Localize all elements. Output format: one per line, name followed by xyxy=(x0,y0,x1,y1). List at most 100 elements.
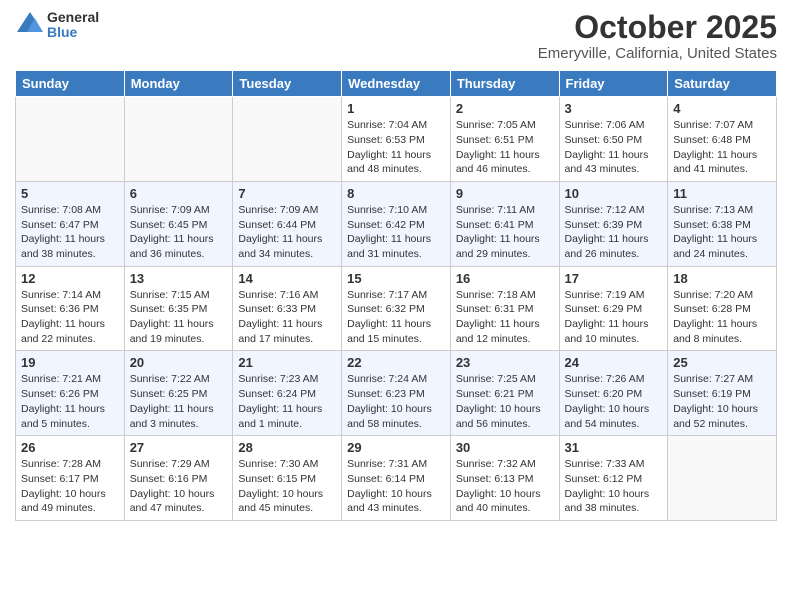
logo: General Blue xyxy=(15,10,99,41)
logo-general: General xyxy=(47,10,99,25)
col-saturday: Saturday xyxy=(668,71,777,97)
day-number: 15 xyxy=(347,271,445,286)
day-number: 19 xyxy=(21,355,119,370)
col-monday: Monday xyxy=(124,71,233,97)
day-info: Sunrise: 7:24 AM Sunset: 6:23 PM Dayligh… xyxy=(347,372,445,431)
day-number: 1 xyxy=(347,101,445,116)
day-number: 14 xyxy=(238,271,336,286)
day-number: 22 xyxy=(347,355,445,370)
day-number: 2 xyxy=(456,101,554,116)
day-info: Sunrise: 7:33 AM Sunset: 6:12 PM Dayligh… xyxy=(565,457,663,516)
calendar-cell: 9 Sunrise: 7:11 AM Sunset: 6:41 PM Daylig… xyxy=(450,181,559,266)
col-friday: Friday xyxy=(559,71,668,97)
calendar-cell: 5 Sunrise: 7:08 AM Sunset: 6:47 PM Daylig… xyxy=(16,181,125,266)
day-info: Sunrise: 7:04 AM Sunset: 6:53 PM Dayligh… xyxy=(347,118,445,177)
day-info: Sunrise: 7:25 AM Sunset: 6:21 PM Dayligh… xyxy=(456,372,554,431)
calendar-cell: 28 Sunrise: 7:30 AM Sunset: 6:15 PM Dayli… xyxy=(233,436,342,521)
day-number: 11 xyxy=(673,186,771,201)
day-number: 5 xyxy=(21,186,119,201)
day-number: 28 xyxy=(238,440,336,455)
calendar-cell xyxy=(16,97,125,182)
calendar-cell: 3Sunrise: 7:06 AM Sunset: 6:50 PM Daylig… xyxy=(559,97,668,182)
calendar-week-3: 12 Sunrise: 7:14 AM Sunset: 6:36 PM Dayli… xyxy=(16,266,777,351)
day-info: Sunrise: 7:08 AM Sunset: 6:47 PM Dayligh… xyxy=(21,203,119,262)
day-number: 25 xyxy=(673,355,771,370)
calendar-cell: 15 Sunrise: 7:17 AM Sunset: 6:32 PM Dayli… xyxy=(342,266,451,351)
day-number: 6 xyxy=(130,186,228,201)
logo-blue: Blue xyxy=(47,25,99,40)
calendar-cell xyxy=(233,97,342,182)
calendar-cell xyxy=(124,97,233,182)
day-info: Sunrise: 7:31 AM Sunset: 6:14 PM Dayligh… xyxy=(347,457,445,516)
day-number: 16 xyxy=(456,271,554,286)
day-number: 9 xyxy=(456,186,554,201)
day-number: 23 xyxy=(456,355,554,370)
page: General Blue October 2025 Emeryville, Ca… xyxy=(0,0,792,612)
day-number: 29 xyxy=(347,440,445,455)
calendar-cell: 23 Sunrise: 7:25 AM Sunset: 6:21 PM Dayli… xyxy=(450,351,559,436)
calendar-cell: 1 Sunrise: 7:04 AM Sunset: 6:53 PM Daylig… xyxy=(342,97,451,182)
day-info: Sunrise: 7:14 AM Sunset: 6:36 PM Dayligh… xyxy=(21,288,119,347)
calendar-cell: 10 Sunrise: 7:12 AM Sunset: 6:39 PM Dayli… xyxy=(559,181,668,266)
day-info: Sunrise: 7:20 AM Sunset: 6:28 PM Dayligh… xyxy=(673,288,771,347)
day-info: Sunrise: 7:06 AM Sunset: 6:50 PM Dayligh… xyxy=(565,118,663,177)
calendar-cell: 29 Sunrise: 7:31 AM Sunset: 6:14 PM Dayli… xyxy=(342,436,451,521)
logo-icon xyxy=(15,10,45,40)
day-number: 30 xyxy=(456,440,554,455)
calendar-week-5: 26Sunrise: 7:28 AM Sunset: 6:17 PM Dayli… xyxy=(16,436,777,521)
col-wednesday: Wednesday xyxy=(342,71,451,97)
calendar-cell: 30Sunrise: 7:32 AM Sunset: 6:13 PM Dayli… xyxy=(450,436,559,521)
calendar-table: Sunday Monday Tuesday Wednesday Thursday… xyxy=(15,70,777,521)
calendar-week-1: 1 Sunrise: 7:04 AM Sunset: 6:53 PM Daylig… xyxy=(16,97,777,182)
day-info: Sunrise: 7:10 AM Sunset: 6:42 PM Dayligh… xyxy=(347,203,445,262)
day-info: Sunrise: 7:26 AM Sunset: 6:20 PM Dayligh… xyxy=(565,372,663,431)
day-number: 12 xyxy=(21,271,119,286)
day-info: Sunrise: 7:13 AM Sunset: 6:38 PM Dayligh… xyxy=(673,203,771,262)
calendar-cell: 7Sunrise: 7:09 AM Sunset: 6:44 PM Daylig… xyxy=(233,181,342,266)
day-number: 8 xyxy=(347,186,445,201)
logo-text: General Blue xyxy=(47,10,99,41)
day-number: 7 xyxy=(238,186,336,201)
day-info: Sunrise: 7:11 AM Sunset: 6:41 PM Dayligh… xyxy=(456,203,554,262)
calendar-subtitle: Emeryville, California, United States xyxy=(538,45,777,62)
calendar-cell: 17Sunrise: 7:19 AM Sunset: 6:29 PM Dayli… xyxy=(559,266,668,351)
calendar-cell: 4Sunrise: 7:07 AM Sunset: 6:48 PM Daylig… xyxy=(668,97,777,182)
day-number: 4 xyxy=(673,101,771,116)
calendar-cell: 16 Sunrise: 7:18 AM Sunset: 6:31 PM Dayli… xyxy=(450,266,559,351)
day-info: Sunrise: 7:23 AM Sunset: 6:24 PM Dayligh… xyxy=(238,372,336,431)
calendar-cell: 19Sunrise: 7:21 AM Sunset: 6:26 PM Dayli… xyxy=(16,351,125,436)
day-info: Sunrise: 7:30 AM Sunset: 6:15 PM Dayligh… xyxy=(238,457,336,516)
calendar-cell: 12 Sunrise: 7:14 AM Sunset: 6:36 PM Dayli… xyxy=(16,266,125,351)
day-number: 27 xyxy=(130,440,228,455)
day-number: 24 xyxy=(565,355,663,370)
day-info: Sunrise: 7:22 AM Sunset: 6:25 PM Dayligh… xyxy=(130,372,228,431)
calendar-cell: 31 Sunrise: 7:33 AM Sunset: 6:12 PM Dayli… xyxy=(559,436,668,521)
header-row: Sunday Monday Tuesday Wednesday Thursday… xyxy=(16,71,777,97)
calendar-cell: 2Sunrise: 7:05 AM Sunset: 6:51 PM Daylig… xyxy=(450,97,559,182)
day-number: 31 xyxy=(565,440,663,455)
day-number: 13 xyxy=(130,271,228,286)
calendar-cell: 21Sunrise: 7:23 AM Sunset: 6:24 PM Dayli… xyxy=(233,351,342,436)
calendar-cell xyxy=(668,436,777,521)
calendar-cell: 25Sunrise: 7:27 AM Sunset: 6:19 PM Dayli… xyxy=(668,351,777,436)
day-info: Sunrise: 7:12 AM Sunset: 6:39 PM Dayligh… xyxy=(565,203,663,262)
calendar-title: October 2025 xyxy=(538,10,777,45)
day-info: Sunrise: 7:09 AM Sunset: 6:45 PM Dayligh… xyxy=(130,203,228,262)
calendar-cell: 27Sunrise: 7:29 AM Sunset: 6:16 PM Dayli… xyxy=(124,436,233,521)
title-area: October 2025 Emeryville, California, Uni… xyxy=(538,10,777,62)
day-info: Sunrise: 7:16 AM Sunset: 6:33 PM Dayligh… xyxy=(238,288,336,347)
calendar-cell: 20Sunrise: 7:22 AM Sunset: 6:25 PM Dayli… xyxy=(124,351,233,436)
calendar-week-2: 5 Sunrise: 7:08 AM Sunset: 6:47 PM Daylig… xyxy=(16,181,777,266)
calendar-cell: 22 Sunrise: 7:24 AM Sunset: 6:23 PM Dayli… xyxy=(342,351,451,436)
day-info: Sunrise: 7:17 AM Sunset: 6:32 PM Dayligh… xyxy=(347,288,445,347)
day-number: 18 xyxy=(673,271,771,286)
day-info: Sunrise: 7:28 AM Sunset: 6:17 PM Dayligh… xyxy=(21,457,119,516)
calendar-cell: 13 Sunrise: 7:15 AM Sunset: 6:35 PM Dayli… xyxy=(124,266,233,351)
day-info: Sunrise: 7:18 AM Sunset: 6:31 PM Dayligh… xyxy=(456,288,554,347)
calendar-week-4: 19Sunrise: 7:21 AM Sunset: 6:26 PM Dayli… xyxy=(16,351,777,436)
col-thursday: Thursday xyxy=(450,71,559,97)
calendar-cell: 18 Sunrise: 7:20 AM Sunset: 6:28 PM Dayli… xyxy=(668,266,777,351)
calendar-cell: 24 Sunrise: 7:26 AM Sunset: 6:20 PM Dayli… xyxy=(559,351,668,436)
day-info: Sunrise: 7:15 AM Sunset: 6:35 PM Dayligh… xyxy=(130,288,228,347)
day-number: 10 xyxy=(565,186,663,201)
